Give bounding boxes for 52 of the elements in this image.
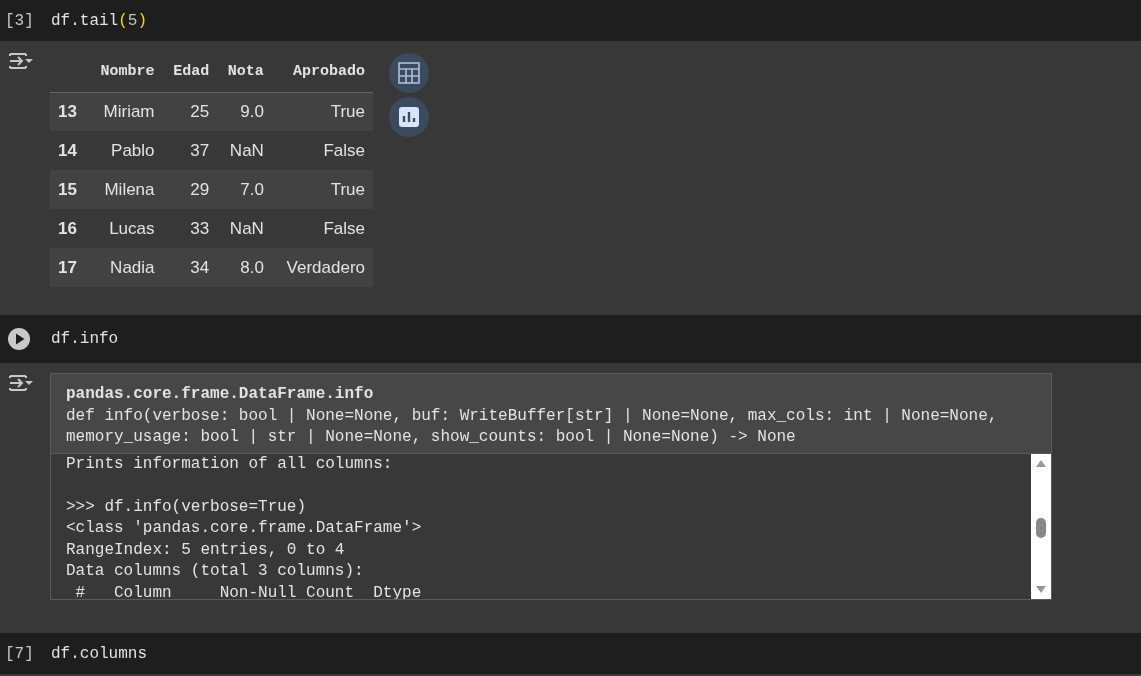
docstring-line: RangeIndex: 5 entries, 0 to 4 bbox=[66, 539, 346, 561]
scroll-down-icon[interactable] bbox=[1035, 584, 1047, 595]
bar-chart-icon bbox=[399, 107, 419, 127]
table-cell: 9.0 bbox=[217, 92, 272, 131]
table-cell: True bbox=[271, 92, 373, 131]
table-cell: 34 bbox=[162, 248, 218, 287]
output-menu-icon[interactable] bbox=[8, 373, 34, 393]
table-cell: Miriam bbox=[88, 92, 163, 131]
column-header: Nombre bbox=[88, 53, 163, 92]
row-index: 16 bbox=[50, 209, 89, 248]
code-line[interactable]: df.tail(5) bbox=[51, 8, 148, 33]
table-cell: Milena bbox=[88, 170, 163, 209]
chart-button[interactable] bbox=[389, 97, 429, 137]
table-cell: 37 bbox=[162, 131, 218, 170]
table-cell: Lucas bbox=[88, 209, 163, 248]
signature-line: memory_usage: bool | str | None=None, show_counts: bool | None=None) -> None bbox=[66, 427, 797, 448]
row-index: 14 bbox=[50, 131, 89, 170]
table-cell: False bbox=[271, 209, 373, 248]
execution-count: [7] bbox=[5, 644, 34, 663]
row-index: 15 bbox=[50, 170, 89, 209]
table-cell: 25 bbox=[162, 92, 218, 131]
scrollbar[interactable] bbox=[1031, 453, 1051, 599]
column-header: Aprobado bbox=[271, 53, 373, 92]
execution-count: [3] bbox=[5, 11, 34, 30]
table-cell: False bbox=[271, 131, 373, 170]
table-view-button[interactable] bbox=[389, 53, 429, 93]
table-cell: 29 bbox=[162, 170, 218, 209]
table-cell: True bbox=[271, 170, 373, 209]
docstring-line: Prints information of all columns: bbox=[66, 453, 394, 475]
code-line[interactable]: df.info bbox=[51, 327, 119, 351]
table-cell: 33 bbox=[162, 209, 218, 248]
column-header: Nota bbox=[217, 53, 272, 92]
table-cell: NaN bbox=[217, 131, 272, 170]
code-line[interactable]: df.columns bbox=[51, 641, 147, 666]
scroll-thumb[interactable] bbox=[1036, 517, 1046, 538]
table-cell: 7.0 bbox=[217, 170, 272, 209]
docstring-line: <class 'pandas.core.frame.DataFrame'> bbox=[66, 518, 423, 539]
table-icon bbox=[398, 62, 420, 84]
run-button[interactable] bbox=[8, 328, 30, 350]
table-cell: Verdadero bbox=[271, 248, 373, 287]
table-cell: Nadia bbox=[88, 248, 163, 287]
signature-line: def info(verbose: bool | None=None, buf: WriteBuffer[str] | None=None, max_cols: int | None=None, bbox=[66, 405, 999, 427]
table-cell: Pablo bbox=[88, 131, 163, 170]
column-header: Edad bbox=[162, 53, 218, 92]
row-index: 13 bbox=[50, 92, 89, 131]
row-index: 17 bbox=[50, 248, 89, 287]
docstring-line: Data columns (total 3 columns): bbox=[66, 561, 365, 582]
table-cell: NaN bbox=[217, 209, 272, 248]
table-cell: 8.0 bbox=[217, 248, 272, 287]
docstring-line: >>> df.info(verbose=True) bbox=[66, 496, 308, 518]
docstring-title: pandas.core.frame.DataFrame.info bbox=[66, 384, 375, 405]
output-menu-icon[interactable] bbox=[8, 51, 34, 71]
